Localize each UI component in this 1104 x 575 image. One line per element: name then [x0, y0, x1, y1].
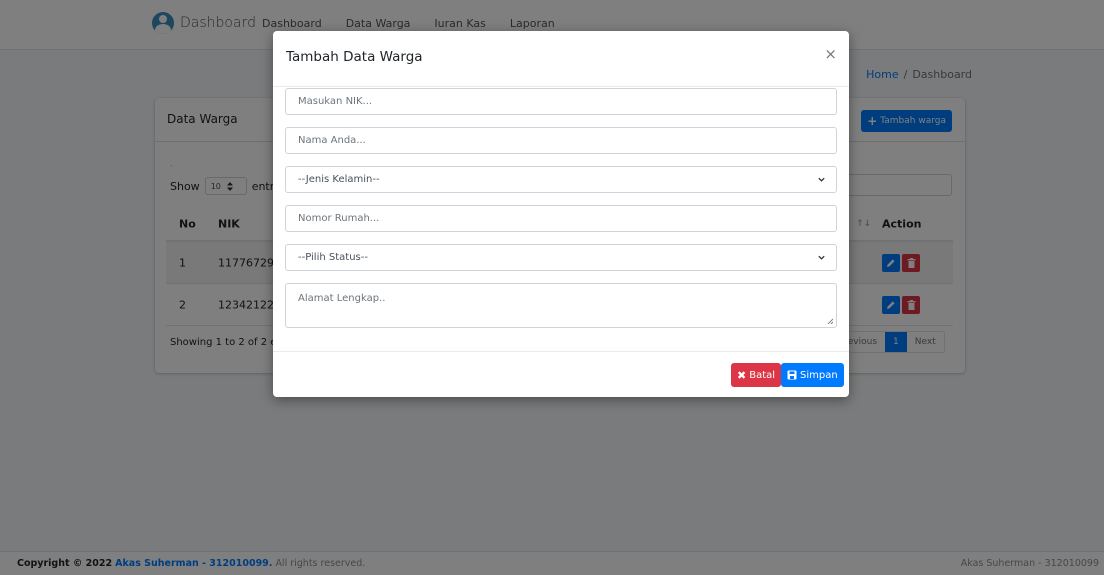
save-icon — [787, 370, 797, 380]
jenis-kelamin-value: --Jenis Kelamin-- — [298, 174, 380, 185]
save-button[interactable]: Simpan — [781, 363, 844, 387]
modal-title: Tambah Data Warga — [286, 49, 423, 65]
nik-placeholder: Masukan NIK... — [298, 96, 373, 107]
save-label: Simpan — [800, 369, 838, 381]
resize-grip-icon[interactable] — [827, 318, 833, 324]
close-icon[interactable]: × — [824, 45, 837, 63]
jenis-kelamin-select[interactable]: --Jenis Kelamin-- — [285, 166, 837, 193]
modal-footer: ✖ Batal Simpan — [273, 351, 849, 397]
cancel-button[interactable]: ✖ Batal — [731, 363, 782, 387]
nomor-rumah-placeholder: Nomor Rumah... — [298, 213, 380, 224]
status-value: --Pilih Status-- — [298, 252, 368, 263]
nik-input[interactable]: Masukan NIK... — [285, 88, 837, 115]
alamat-placeholder: Alamat Lengkap.. — [298, 293, 386, 304]
cancel-label: Batal — [749, 369, 776, 381]
chevron-down-icon — [818, 255, 825, 260]
close-icon: ✖ — [737, 368, 747, 382]
nama-placeholder: Nama Anda... — [298, 135, 366, 146]
status-select[interactable]: --Pilih Status-- — [285, 244, 837, 271]
nomor-rumah-input[interactable]: Nomor Rumah... — [285, 205, 837, 232]
nama-input[interactable]: Nama Anda... — [285, 127, 837, 154]
modal-header: Tambah Data Warga × — [273, 31, 849, 87]
alamat-textarea[interactable]: Alamat Lengkap.. — [285, 283, 837, 328]
chevron-down-icon — [818, 177, 825, 182]
tambah-warga-modal: Tambah Data Warga × Masukan NIK... Nama … — [273, 31, 849, 397]
